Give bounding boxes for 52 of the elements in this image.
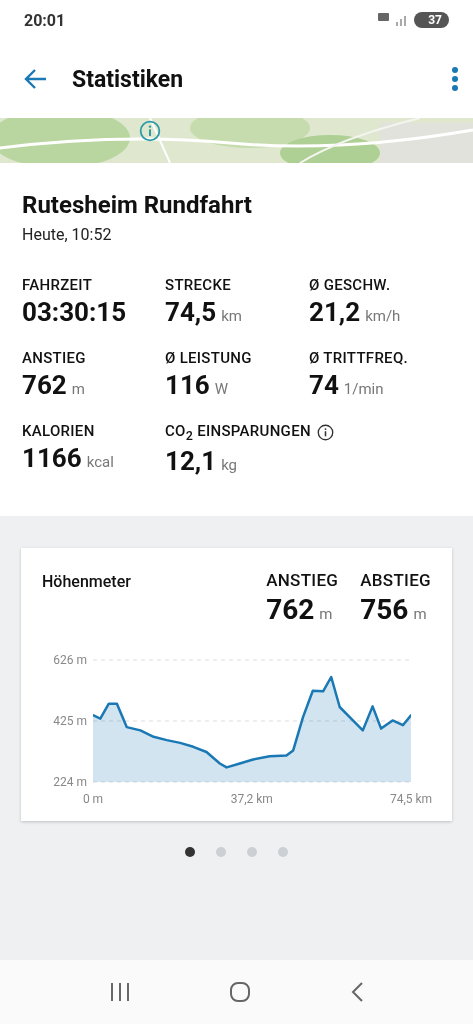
y-tick-label: 626 m (53, 653, 87, 667)
clock: 20:01 (24, 10, 66, 30)
stat-value: 74,5 (165, 297, 217, 327)
ride-date: Heute, 10:52 (22, 225, 113, 244)
x-tick-label: 37,2 km (230, 792, 273, 806)
stat-label: ANSTIEG (22, 349, 86, 367)
stat-value: 116 (165, 370, 210, 400)
stat-value: 03:30:15 (22, 297, 127, 327)
stat-label: Ø TRITTFREQ. (309, 349, 408, 367)
stat-unit: m (71, 380, 85, 398)
back-arrow-icon[interactable] (24, 68, 48, 90)
back-icon[interactable] (349, 981, 364, 1003)
stat-label: CO$_{2}$ EINSPARUNGEN (165, 422, 311, 443)
stat-label: Ø GESCHW. (309, 276, 391, 294)
stat-label: ANSTIEG (266, 570, 339, 590)
stat-value: 762 (22, 370, 67, 400)
stat-value: 1166 (22, 443, 82, 473)
info-icon[interactable] (316, 424, 334, 441)
recent-apps-icon[interactable] (109, 982, 132, 1002)
stat-value: 74 (309, 370, 339, 400)
signal-icon (378, 13, 409, 27)
stat-label: Ø LEISTUNG (165, 349, 252, 367)
page-dot[interactable] (247, 847, 257, 857)
stat-unit: kg (221, 456, 238, 474)
more-menu-icon[interactable] (451, 67, 459, 91)
x-tick-label: 0 m (82, 792, 104, 806)
home-icon[interactable] (229, 981, 252, 1003)
stat-unit: m (319, 605, 333, 623)
stat-unit: km (221, 307, 242, 325)
stat-label: ABSTIEG (360, 570, 431, 590)
ride-title: Rutesheim Rundfahrt (22, 191, 253, 219)
page-dot[interactable] (278, 847, 288, 857)
stat-label: FAHRZEIT (22, 276, 93, 294)
page-dot[interactable] (216, 847, 226, 857)
x-tick-label: 74,5 km (389, 792, 433, 806)
y-tick-label: 224 m (53, 775, 87, 789)
stat-value: 12,1 (165, 446, 217, 476)
stat-value: 756 (360, 593, 409, 626)
battery-level: 37 (414, 12, 449, 28)
stat-label: KALORIEN (22, 422, 95, 440)
stat-value: 762 (266, 593, 315, 626)
stat-unit: m (413, 605, 427, 623)
stat-label: STRECKE (165, 276, 231, 294)
y-tick-label: 425 m (53, 714, 87, 728)
page-dot[interactable] (185, 847, 195, 857)
stat-unit: kcal (86, 453, 114, 471)
stat-unit: W (214, 380, 229, 398)
page-title: Statistiken (72, 65, 185, 93)
stat-value: 21,2 (309, 297, 361, 327)
stat-unit: km/h (365, 307, 401, 325)
stat-unit: 1/min (343, 380, 384, 398)
chart-title: Höhenmeter (42, 572, 132, 593)
